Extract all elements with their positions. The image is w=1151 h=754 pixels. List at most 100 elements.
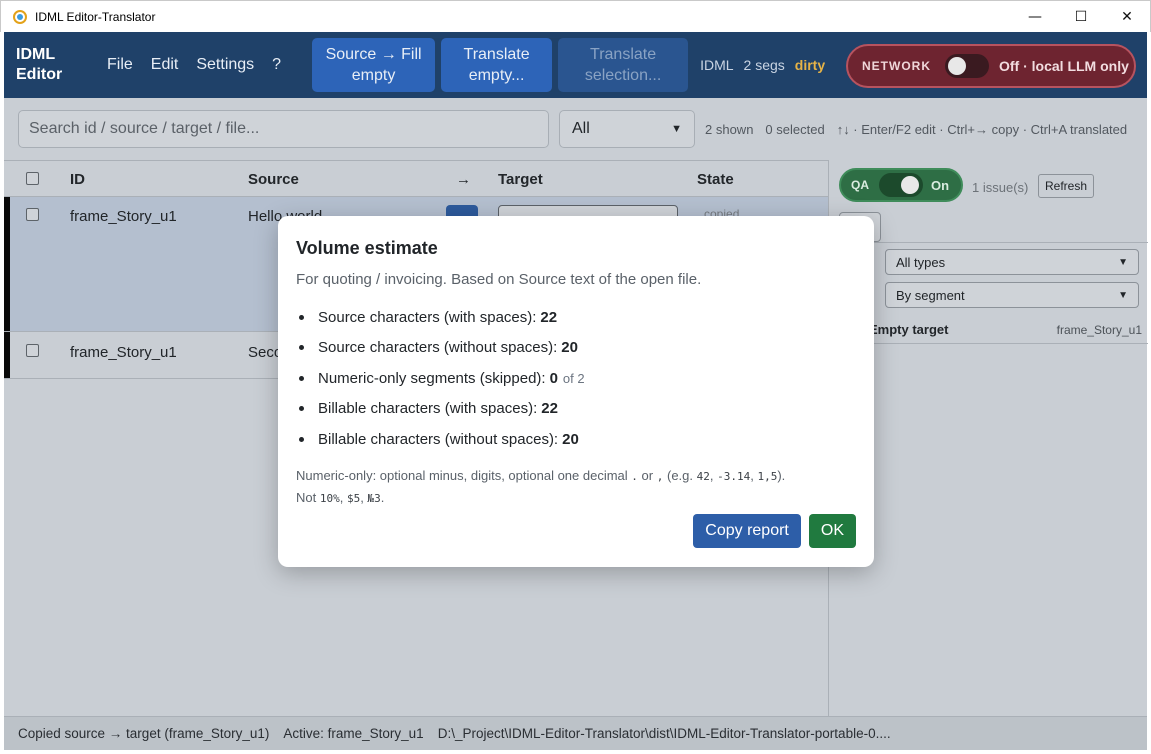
network-label: NETWORK — [862, 59, 931, 73]
header-state: State — [697, 171, 734, 188]
menu-file[interactable]: File — [98, 56, 142, 74]
maximize-icon[interactable]: ☐ — [1058, 1, 1104, 33]
search-toolbar: Search id / source / target / file... Al… — [4, 98, 1147, 160]
note-dot: . — [631, 469, 638, 483]
source-fill-empty-button[interactable]: Source → Fill empty — [312, 38, 436, 92]
stat-item: Billable characters (without spaces): 20 — [296, 424, 856, 455]
translate-empty-button[interactable]: Translate empty... — [441, 38, 553, 92]
header-id: ID — [70, 171, 85, 188]
translate-empty-label-1: Translate — [463, 46, 530, 63]
translate-selection-label-2: selection... — [584, 67, 662, 84]
dirty-badge: dirty — [794, 57, 826, 73]
stat-label: Billable characters (without spaces): — [318, 430, 559, 448]
translate-selection-button[interactable]: Translate selection... — [558, 38, 689, 92]
stat-label: Billable characters (with spaces): — [318, 400, 538, 418]
row-id: frame_Story_u1 — [70, 208, 177, 225]
note-eg: (e.g. — [666, 467, 693, 483]
note-not: Not — [296, 489, 317, 505]
close-icon[interactable]: ✕ — [1104, 1, 1150, 33]
note-non-example-3: №3 — [367, 491, 381, 505]
state-filter-select[interactable]: All ▼ — [559, 110, 695, 148]
dialog-title: Volume estimate — [296, 238, 438, 258]
stat-item: Source characters (with spaces): 22 — [296, 302, 856, 333]
qa-panel: QA On 1 issue(s) Refresh All types ▼ By … — [828, 160, 1148, 716]
row-indicator — [4, 197, 10, 331]
translate-selection-label-1: Translate — [590, 46, 657, 63]
qa-group-filter[interactable]: By segment ▼ — [885, 282, 1139, 308]
table-header: ID Source → Target State — [4, 161, 828, 197]
translate-empty-label-2: empty... — [468, 67, 525, 84]
note-non-example-1: 10% — [319, 491, 340, 505]
chevron-down-icon: ▼ — [671, 123, 682, 135]
chevron-down-icon: ▼ — [1118, 256, 1128, 268]
network-status: Off · local LLM only — [999, 58, 1129, 74]
stat-of-total: of 2 — [562, 370, 585, 386]
dialog-subtitle: For quoting / invoicing. Based on Source… — [296, 271, 702, 288]
qa-issue-item[interactable]: Empty target frame_Story_u1 — [829, 318, 1148, 344]
numeric-only-note: Numeric-only: optional minus, digits, op… — [296, 467, 786, 505]
header-arrow: → — [456, 171, 471, 188]
qa-type-filter[interactable]: All types ▼ — [885, 249, 1139, 275]
network-toggle[interactable] — [945, 54, 989, 78]
window-titlebar: IDML Editor-Translator — ☐ ✕ — [0, 0, 1151, 32]
volume-stats-list: Source characters (with spaces): 22 Sourc… — [296, 302, 856, 455]
selection-counts: 2 shown 0 selected ↑↓ · Enter/F2 edit · … — [705, 122, 1127, 137]
note-example-3: 1,5 — [757, 469, 778, 483]
menu-edit[interactable]: Edit — [142, 56, 188, 74]
header-target: Target — [498, 171, 543, 188]
shown-count: 2 shown — [705, 122, 754, 137]
note-or: or — [641, 467, 654, 483]
menu-help[interactable]: ? — [263, 56, 290, 74]
brand-line-2: Editor — [16, 66, 63, 83]
note-example-2: -3.14 — [717, 469, 751, 483]
dialog-actions: Copy report OK — [693, 514, 856, 548]
source-fill-empty-label-1: Source → Fill — [325, 46, 422, 63]
qa-toggle[interactable] — [879, 173, 923, 197]
network-toggle-group: NETWORK Off · local LLM only — [846, 44, 1136, 88]
menu-settings[interactable]: Settings — [187, 56, 263, 74]
stat-item: Numeric-only segments (skipped): 0 of 2 — [296, 363, 856, 394]
stat-item: Source characters (without spaces): 20 — [296, 333, 856, 364]
window-controls: — ☐ ✕ — [1012, 1, 1150, 33]
state-filter-value: All — [572, 120, 590, 137]
note-example-1: 42 — [696, 469, 710, 483]
network-toggle-knob — [948, 57, 966, 75]
header-source: Source — [248, 171, 299, 188]
row-checkbox[interactable] — [26, 208, 39, 221]
note-prefix: Numeric-only: optional minus, digits, op… — [296, 467, 628, 483]
minimize-icon[interactable]: — — [1012, 1, 1058, 33]
stat-value: 20 — [562, 430, 579, 448]
search-placeholder: Search id / source / target / file... — [29, 120, 260, 137]
brand-line-1: IDML — [16, 46, 56, 63]
stat-value: 22 — [541, 400, 558, 418]
stat-value: 22 — [540, 308, 558, 326]
app-logo-icon — [13, 9, 27, 24]
brand-logo: IDML Editor — [16, 45, 76, 85]
qa-issue-id: frame_Story_u1 — [1056, 323, 1142, 337]
ok-button[interactable]: OK — [808, 514, 856, 548]
selected-count: 0 selected — [765, 122, 825, 137]
status-path: D:\_Project\IDML-Editor-Translator\dist\… — [437, 726, 891, 741]
row-indicator — [4, 332, 10, 378]
qa-divider — [829, 242, 1148, 243]
stat-item: Billable characters (with spaces): 22 — [296, 394, 856, 425]
row-checkbox[interactable] — [26, 344, 39, 357]
qa-issue-count: 1 issue(s) — [972, 180, 1029, 195]
select-all-checkbox[interactable] — [26, 172, 39, 185]
qa-issue-type: Empty target — [869, 322, 949, 337]
status-bar: Copied source → target (frame_Story_u1) … — [4, 716, 1147, 750]
window-title: IDML Editor-Translator — [35, 9, 156, 24]
qa-type-filter-value: All types — [896, 254, 946, 270]
status-message: Copied source → target (frame_Story_u1) — [18, 726, 270, 741]
copy-report-button[interactable]: Copy report — [693, 514, 801, 548]
app-header: IDML Editor File Edit Settings ? Source … — [4, 32, 1147, 98]
search-input[interactable]: Search id / source / target / file... — [18, 110, 549, 148]
qa-refresh-button[interactable]: Refresh — [1038, 174, 1095, 198]
stat-label: Source characters (with spaces): — [318, 308, 537, 326]
note-non-example-2: $5 — [346, 491, 361, 505]
qa-group-filter-value: By segment — [896, 287, 965, 303]
doc-type: IDML — [700, 57, 734, 73]
chevron-down-icon: ▼ — [1118, 289, 1128, 301]
volume-estimate-dialog: Volume estimate For quoting / invoicing.… — [278, 216, 874, 567]
stat-value: 20 — [561, 339, 578, 357]
